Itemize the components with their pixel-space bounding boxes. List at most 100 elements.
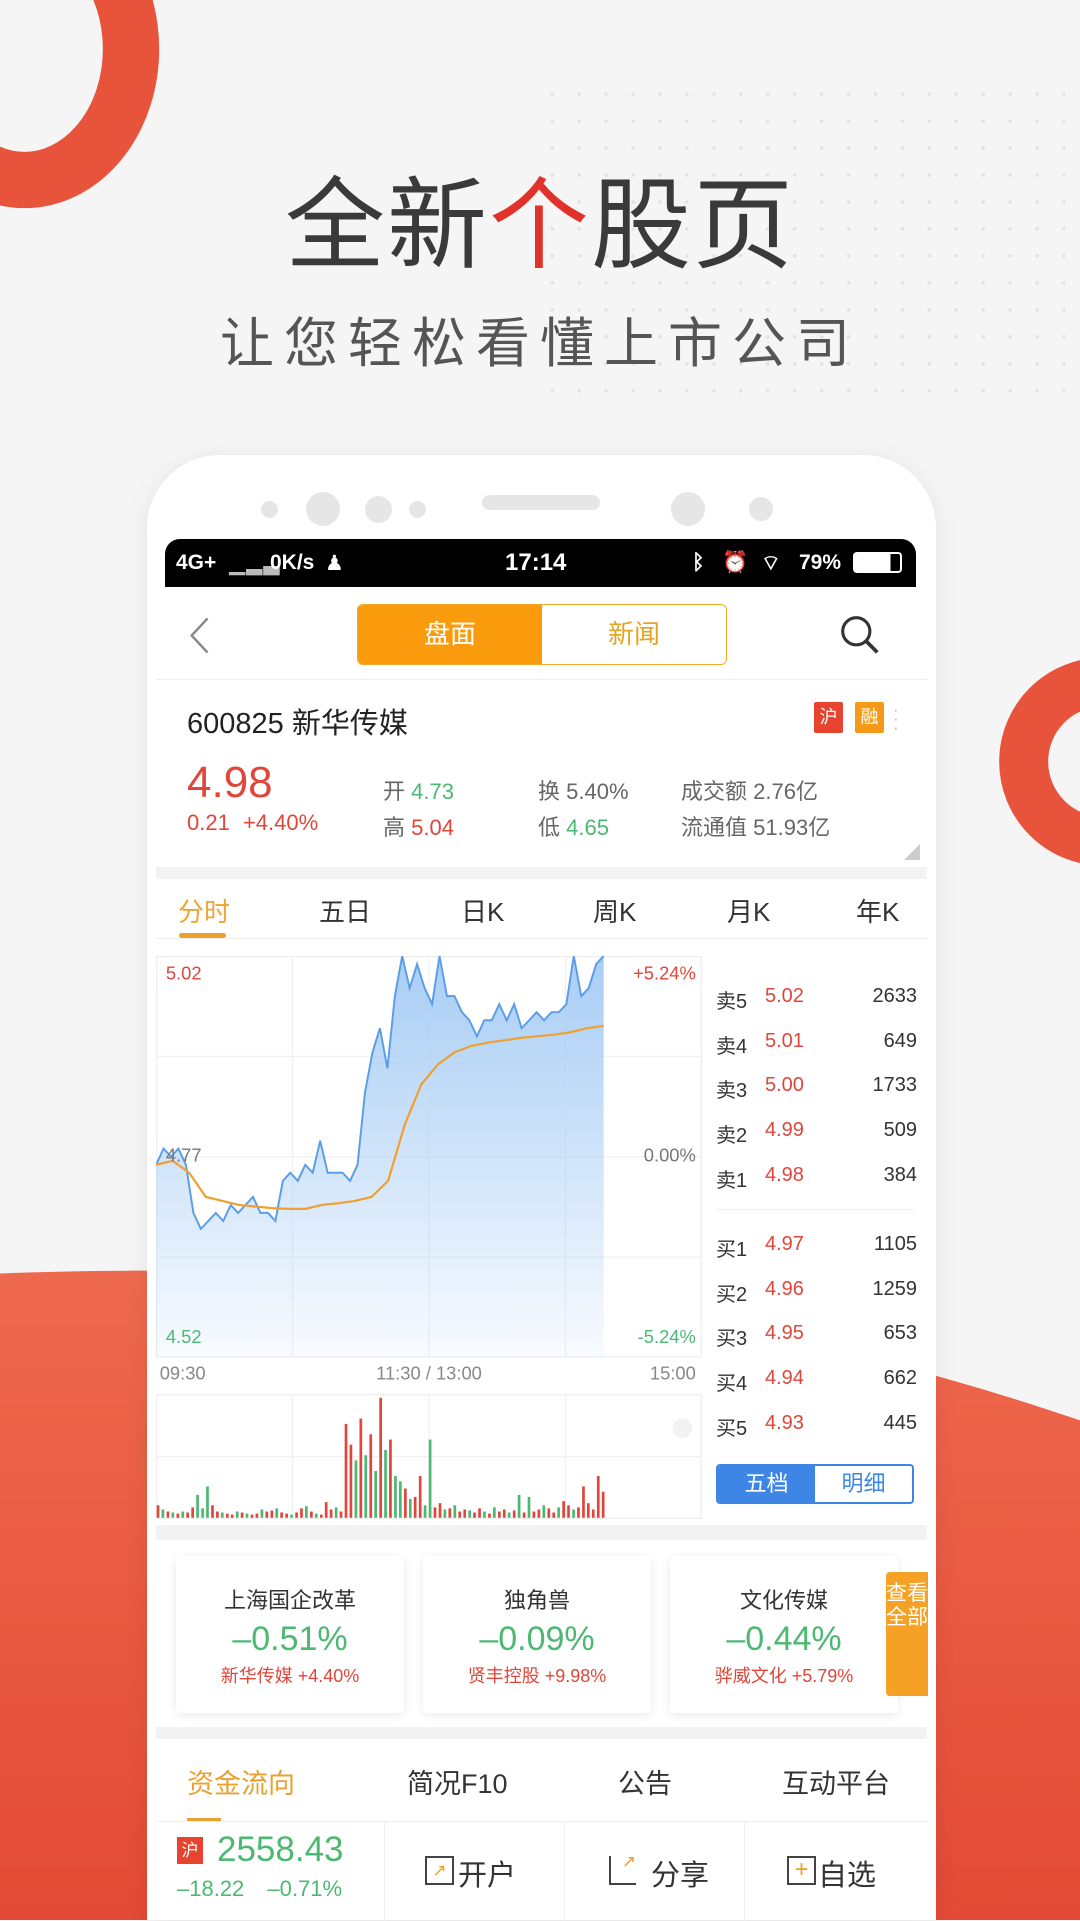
- level-label: 买4: [716, 1373, 748, 1396]
- divider: [716, 1209, 914, 1210]
- view-switch: 盘面 新闻: [357, 604, 727, 665]
- tab-monthly-k[interactable]: 月K: [727, 892, 770, 929]
- volume-bar: [493, 1507, 496, 1518]
- level-price: 4.98: [765, 1163, 804, 1186]
- volume-bar: [408, 1499, 412, 1518]
- volume-bar: [517, 1494, 521, 1518]
- intraday-chart[interactable]: 5.02 4.77 4.52 +5.24% 0.00% -5.24% 09:30…: [156, 956, 702, 1519]
- volume-bar: [468, 1510, 471, 1518]
- tab-fund-flow[interactable]: 资金流向: [187, 1762, 295, 1801]
- tab-intraday[interactable]: 分时: [178, 892, 230, 929]
- stock-code-name: 600825 新华传媒: [187, 708, 408, 740]
- volume-bar: [211, 1505, 214, 1518]
- y-min-label: 4.52: [166, 1326, 202, 1347]
- tab-weekly-k[interactable]: 周K: [593, 892, 636, 929]
- segment-news[interactable]: 新闻: [542, 605, 726, 664]
- volume-bar: [399, 1481, 402, 1518]
- tab-interaction[interactable]: 互动平台: [782, 1762, 890, 1801]
- margin-tag: 融: [855, 702, 884, 733]
- volume-bar: [502, 1509, 506, 1518]
- value: 51.93亿: [753, 815, 831, 840]
- tab-announcements[interactable]: 公告: [618, 1762, 672, 1801]
- trade-amount: 成交额 2.76亿: [681, 774, 818, 806]
- view-all-button[interactable]: 查看全部: [886, 1572, 928, 1696]
- volume-bar: [295, 1512, 298, 1518]
- volume-bar: [572, 1509, 575, 1518]
- volume-bar: [285, 1513, 289, 1518]
- sector-name: 上海国企改革: [223, 1588, 356, 1613]
- volume-bar: [448, 1508, 452, 1518]
- level-label: 卖2: [716, 1125, 748, 1148]
- level-price: 4.99: [765, 1119, 804, 1142]
- tab-f10[interactable]: 简况F10: [407, 1762, 508, 1801]
- sector-change: –0.09%: [479, 1620, 595, 1658]
- volume-bar: [225, 1513, 229, 1518]
- volume-bar: [171, 1512, 175, 1518]
- tab-5day[interactable]: 五日: [319, 892, 371, 929]
- expand-corner-icon[interactable]: [904, 844, 920, 860]
- sector-change: –0.51%: [232, 1620, 348, 1658]
- ask-row: 卖3 5.00 1733: [716, 1074, 917, 1103]
- volume-bar: [255, 1513, 259, 1518]
- title-text: 股页: [591, 170, 795, 282]
- wifi-icon: ⌔: [761, 552, 781, 575]
- sector-card[interactable]: 上海国企改革 –0.51% 新华传媒 +4.40%: [176, 1556, 404, 1713]
- level-volume: 662: [883, 1367, 917, 1390]
- index-change-value: –18.22: [177, 1876, 245, 1901]
- index-tag: 沪: [177, 1837, 203, 1864]
- volume-bar: [591, 1509, 595, 1518]
- volume-bar: [488, 1513, 491, 1518]
- level-price: 5.01: [765, 1029, 804, 1052]
- speaker: [482, 495, 600, 510]
- volume-bar: [532, 1511, 536, 1518]
- volume-bar: [166, 1511, 170, 1518]
- add-watchlist-button[interactable]: + 自选: [744, 1822, 927, 1921]
- volume-bar: [438, 1503, 442, 1518]
- ask-row: 卖1 4.98 384: [716, 1164, 917, 1193]
- volume-bar: [349, 1444, 353, 1518]
- divider: [156, 867, 927, 879]
- level-label: 买3: [716, 1328, 748, 1351]
- action-label: 开户: [458, 1860, 517, 1892]
- chart-trend-icon: ↗: [425, 1856, 454, 1885]
- tab-daily-k[interactable]: 日K: [461, 892, 504, 929]
- level-volume: 2633: [872, 985, 918, 1007]
- tab-five-levels[interactable]: 五档: [718, 1466, 815, 1502]
- level-volume: 384: [883, 1163, 917, 1186]
- share-button[interactable]: ↗ 分享: [564, 1822, 744, 1921]
- ask-row: 卖2 4.99 509: [716, 1119, 917, 1148]
- volume-bar: [423, 1505, 427, 1518]
- x-label-midday: 11:30 / 13:00: [376, 1362, 482, 1383]
- volume-bar: [334, 1507, 338, 1518]
- volume-bar: [542, 1505, 546, 1518]
- camera: [671, 492, 705, 526]
- level-volume: 1733: [872, 1074, 918, 1097]
- action-label: 自选: [818, 1860, 877, 1892]
- back-icon[interactable]: [188, 616, 210, 655]
- level-price: 4.94: [765, 1367, 804, 1390]
- index-value[interactable]: 2558.43: [217, 1830, 344, 1870]
- bid-row: 买5 4.93 445: [716, 1412, 917, 1441]
- y-mid-label: 4.77: [166, 1145, 202, 1166]
- volume-bar: [404, 1488, 407, 1518]
- level-volume: 1259: [872, 1277, 918, 1300]
- volume-bar: [587, 1503, 590, 1518]
- level-label: 买2: [716, 1283, 748, 1306]
- more-icon[interactable]: · · ·: [893, 701, 899, 736]
- volume-bar: [596, 1476, 600, 1518]
- tab-yearly-k[interactable]: 年K: [856, 892, 899, 929]
- segment-market[interactable]: 盘面: [358, 605, 542, 664]
- search-icon[interactable]: [839, 614, 881, 656]
- volume-bar: [369, 1434, 373, 1518]
- volume-bar: [245, 1513, 249, 1518]
- volume-bar: [443, 1509, 447, 1518]
- volume-bar: [577, 1507, 580, 1518]
- sector-card[interactable]: 文化传媒 –0.44% 骅威文化 +5.79%: [670, 1556, 898, 1713]
- volume-bar: [181, 1511, 185, 1518]
- level-label: 卖3: [716, 1080, 748, 1103]
- sector-card[interactable]: 独角兽 –0.09% 贤丰控股 +9.98%: [423, 1556, 651, 1713]
- battery-icon: [853, 552, 902, 573]
- open-account-button[interactable]: ↗ 开户: [384, 1822, 564, 1921]
- tab-details[interactable]: 明细: [815, 1466, 912, 1502]
- volume-bar: [537, 1509, 541, 1518]
